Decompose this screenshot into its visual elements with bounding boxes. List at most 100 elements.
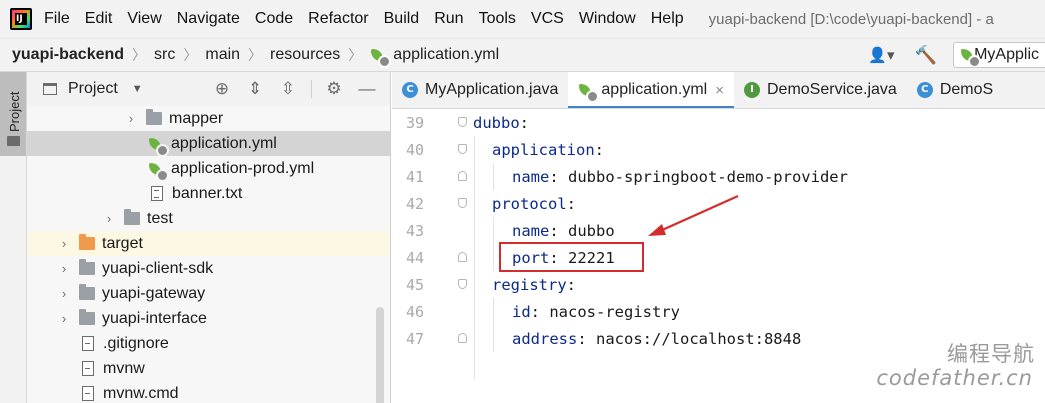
tab-demoservice-java[interactable]: I DemoService.java (734, 72, 907, 108)
build-hammer-icon[interactable]: 🔨 (915, 45, 937, 66)
tree-item-label: .gitignore (103, 334, 169, 352)
watermark-domain: codefather.cn (876, 366, 1033, 390)
gear-icon[interactable]: ⚙ (324, 79, 344, 99)
folder-icon (7, 136, 20, 146)
user-menu-icon[interactable]: 👤▾ (868, 46, 894, 64)
folder-icon (124, 209, 140, 225)
folder-icon (79, 284, 95, 300)
tree-item-banner-txt[interactable]: banner.txt (27, 181, 390, 206)
spring-boot-icon (960, 47, 982, 67)
chevron-right-icon: 〉 (183, 47, 198, 63)
menu-file[interactable]: File (44, 10, 70, 28)
spring-yaml-icon (148, 136, 169, 157)
java-class-icon: C (402, 82, 418, 98)
tab-myapplication-java[interactable]: C MyApplication.java (392, 72, 568, 108)
breadcrumb: yuapi-backend 〉 src 〉 main 〉 resources 〉… (0, 38, 1045, 72)
window-title: yuapi-backend [D:\code\yuapi-backend] - … (708, 10, 994, 28)
menu-bar: File Edit View Navigate Code Refactor Bu… (0, 0, 1045, 38)
text-file-icon (151, 186, 163, 201)
spring-yaml-icon (578, 82, 600, 103)
run-configuration-label: MyApplic (974, 46, 1039, 63)
excluded-folder-icon (79, 234, 95, 250)
folder-icon (79, 259, 95, 275)
close-icon[interactable]: × (715, 82, 724, 99)
tree-item-target[interactable]: › target (27, 231, 390, 256)
chevron-right-icon[interactable]: › (57, 236, 71, 251)
breadcrumb-main[interactable]: main (205, 46, 240, 64)
chevron-right-icon[interactable]: › (57, 311, 71, 326)
chevron-right-icon: 〉 (348, 47, 363, 63)
tab-label: DemoService.java (767, 81, 897, 98)
collapse-all-icon[interactable]: ⇳ (278, 79, 298, 99)
run-configuration-selector[interactable]: MyApplic (953, 42, 1045, 68)
project-tree: › mapper application.yml application-pro… (27, 106, 390, 403)
spring-yaml-icon (148, 161, 169, 182)
tree-item-mvnw[interactable]: mvnw (27, 356, 390, 381)
tree-item-label: yuapi-client-sdk (102, 259, 214, 277)
tree-item-label: application-prod.yml (171, 159, 315, 177)
project-panel-scrollbar[interactable] (376, 307, 384, 403)
watermark-chinese: 编程导航 (947, 342, 1035, 366)
menu-build[interactable]: Build (384, 10, 420, 28)
tab-application-yml[interactable]: application.yml × (568, 72, 734, 108)
chevron-down-icon[interactable]: ▼ (132, 83, 143, 95)
toolbar-divider (311, 80, 312, 98)
chevron-right-icon[interactable]: › (102, 211, 116, 226)
project-tool-tab-label: Project (7, 91, 22, 132)
breadcrumb-src[interactable]: src (154, 46, 175, 64)
tree-item-label: mvnw.cmd (103, 384, 179, 402)
project-panel-header: Project ▼ ⊕ ⇕ ⇳ ⚙ — (27, 72, 390, 106)
tree-item-test[interactable]: › test (27, 206, 390, 231)
chevron-right-icon: 〉 (248, 47, 263, 63)
chevron-right-icon: 〉 (132, 47, 147, 63)
locate-target-icon[interactable]: ⊕ (212, 79, 232, 99)
intellij-logo-icon (10, 8, 32, 30)
tree-item-mapper[interactable]: › mapper (27, 106, 390, 131)
chevron-right-icon[interactable]: › (57, 286, 71, 301)
menu-tools[interactable]: Tools (479, 10, 516, 28)
tab-demoservice-impl[interactable]: C DemoS (907, 72, 1003, 108)
tree-item-yuapi-client-sdk[interactable]: › yuapi-client-sdk (27, 256, 390, 281)
menu-refactor[interactable]: Refactor (308, 10, 368, 28)
tree-item-label: yuapi-gateway (102, 284, 206, 302)
tree-item-label: mapper (169, 109, 224, 127)
menu-window[interactable]: Window (579, 10, 636, 28)
left-tool-stripe: Project (0, 72, 27, 403)
tree-item-gitignore[interactable]: .gitignore (27, 331, 390, 356)
tab-label: DemoS (939, 81, 994, 98)
project-panel-title: Project (68, 80, 118, 97)
minimize-icon[interactable]: — (357, 79, 377, 99)
menu-edit[interactable]: Edit (85, 10, 113, 28)
tree-item-label: target (102, 234, 143, 252)
tree-item-label: banner.txt (172, 184, 243, 202)
tree-item-mvnw-cmd[interactable]: mvnw.cmd (27, 381, 390, 403)
chevron-right-icon[interactable]: › (124, 111, 138, 126)
menu-navigate[interactable]: Navigate (177, 10, 240, 28)
editor-tab-bar: C MyApplication.java application.yml × I… (392, 72, 1045, 109)
project-panel: Project ▼ ⊕ ⇕ ⇳ ⚙ — › mapper application… (27, 72, 391, 403)
tree-item-label: test (147, 209, 173, 227)
chevron-right-icon[interactable]: › (57, 261, 71, 276)
tree-item-yuapi-interface[interactable]: › yuapi-interface (27, 306, 390, 331)
breadcrumb-file[interactable]: application.yml (393, 46, 499, 64)
tree-item-application-yml[interactable]: application.yml (27, 131, 390, 157)
menu-vcs[interactable]: VCS (531, 10, 564, 28)
breadcrumb-resources[interactable]: resources (270, 46, 340, 64)
spring-yaml-icon (370, 47, 392, 68)
file-icon (82, 386, 94, 401)
tree-item-application-prod-yml[interactable]: application-prod.yml (27, 156, 390, 182)
tab-label: application.yml (601, 81, 708, 98)
menu-code[interactable]: Code (255, 10, 293, 28)
expand-all-icon[interactable]: ⇕ (245, 79, 265, 99)
folder-icon (146, 109, 162, 125)
menu-run[interactable]: Run (434, 10, 463, 28)
tree-item-yuapi-gateway[interactable]: › yuapi-gateway (27, 281, 390, 306)
tree-item-label: mvnw (103, 359, 145, 377)
menu-view[interactable]: View (127, 10, 161, 28)
tab-label: MyApplication.java (425, 81, 559, 98)
tree-item-label: application.yml (171, 134, 277, 152)
gitignore-file-icon (82, 336, 94, 351)
window-icon (43, 83, 57, 95)
menu-help[interactable]: Help (651, 10, 684, 28)
breadcrumb-project[interactable]: yuapi-backend (12, 46, 124, 64)
